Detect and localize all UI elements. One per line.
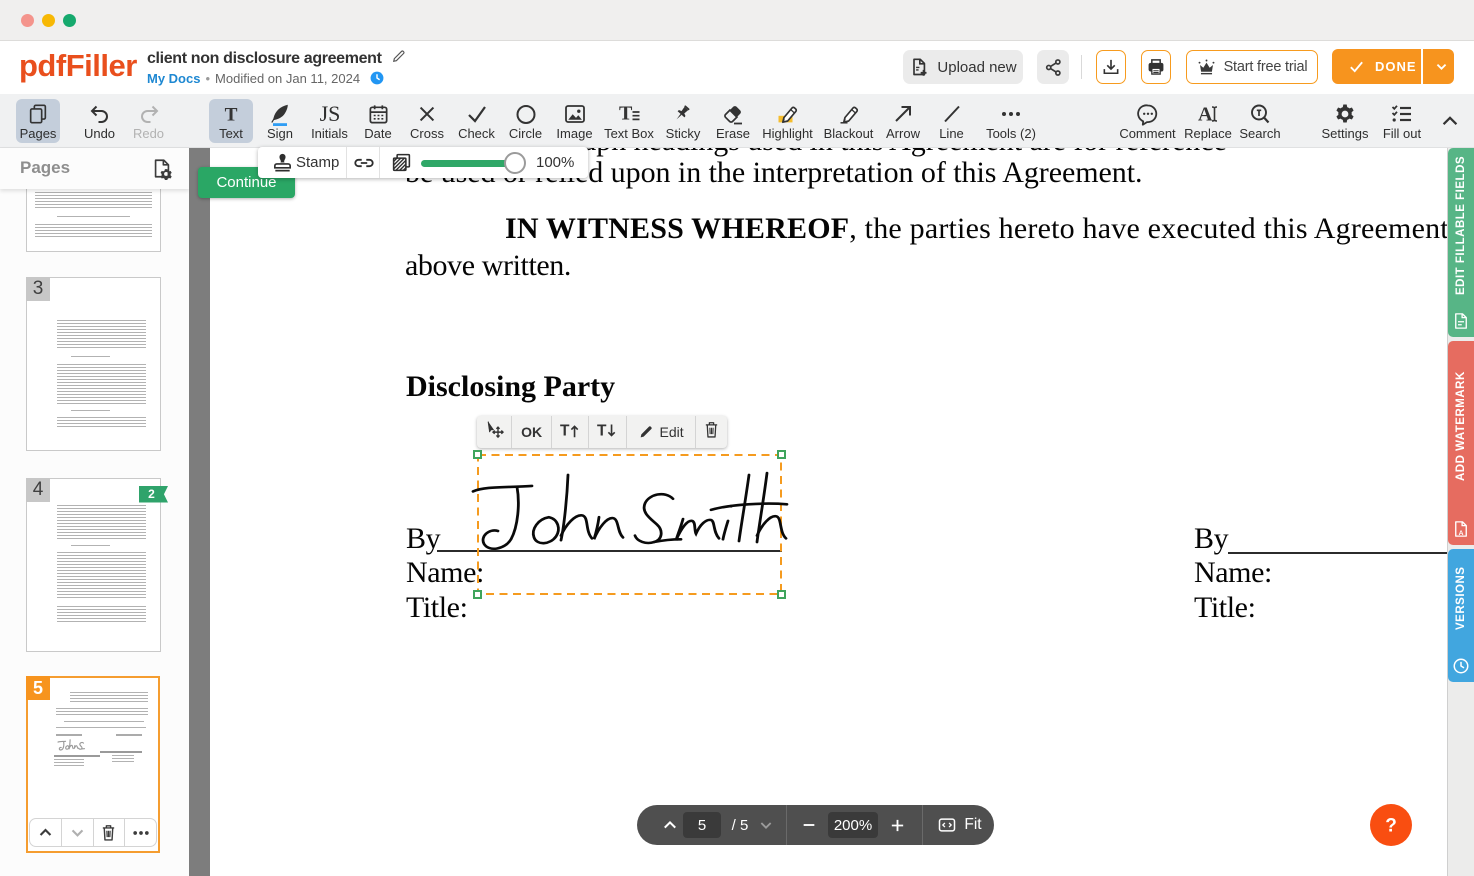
svg-text:T: T — [619, 103, 633, 125]
svg-text:T: T — [597, 422, 607, 439]
svg-text:T: T — [560, 422, 570, 439]
svg-text:JS: JS — [319, 102, 340, 126]
svg-text:?: ? — [1385, 816, 1397, 837]
svg-text:T: T — [225, 104, 238, 125]
svg-text:A: A — [1198, 104, 1213, 126]
svg-text:A: A — [1459, 530, 1464, 537]
